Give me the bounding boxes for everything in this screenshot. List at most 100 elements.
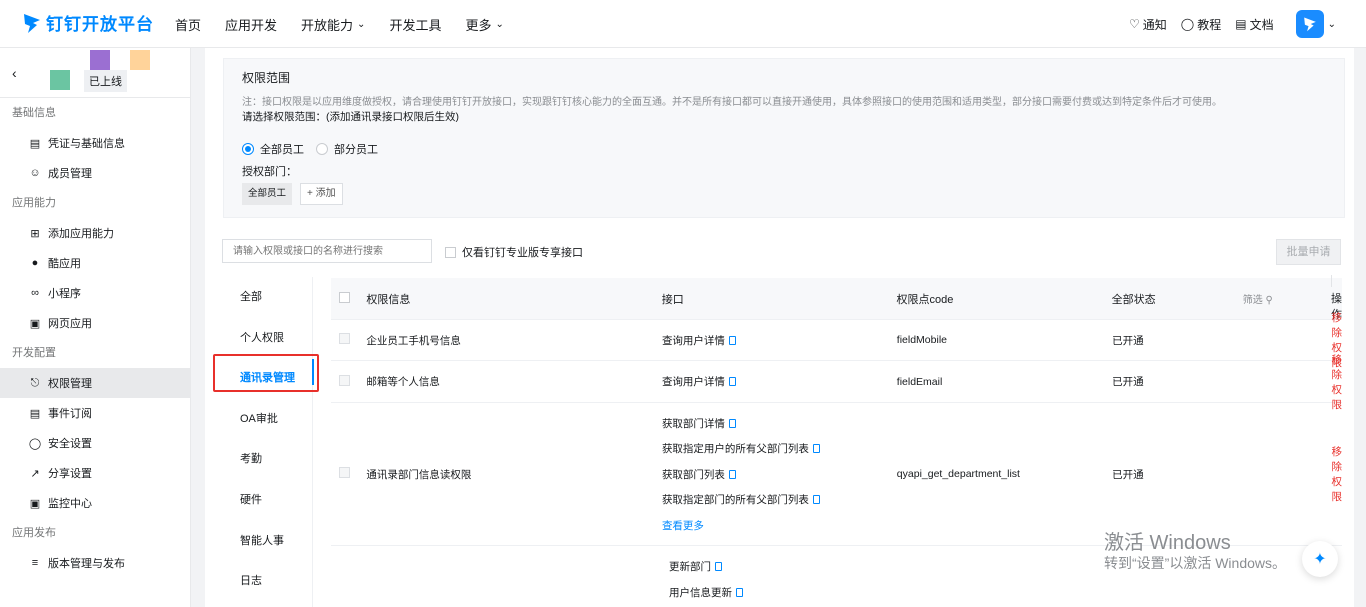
nav-open-capabilities[interactable]: 开放能力 ⌄ [301, 15, 365, 34]
doc-icon [736, 587, 743, 597]
row-checkbox[interactable] [339, 333, 350, 344]
sidebar-item-members[interactable]: ☺ 成员管理 [0, 158, 190, 188]
api-link[interactable]: 获取部门详情 [662, 410, 897, 436]
app-icon-orange [130, 50, 150, 70]
api-label: 查询用户详情 [661, 334, 725, 347]
nav-home[interactable]: 首页 [175, 15, 201, 34]
dept-label: 授权部门： [242, 166, 297, 178]
pro-only-label: 仅看钉钉专业版专享接口 [462, 247, 583, 259]
radio-partial-staff[interactable] [316, 143, 328, 155]
api-link[interactable]: 用户信息更新 [669, 580, 909, 606]
filter-label: 筛选 [1242, 295, 1263, 306]
row-status: 已开通 [1112, 334, 1144, 347]
sidebar-item-permissions[interactable]: ⎋ 权限管理 [0, 368, 190, 398]
notification-button[interactable]: ♡ 通知 [1129, 16, 1167, 33]
api-label: 更新部门 [669, 561, 711, 574]
api-link[interactable]: 查询用户详情 [662, 327, 897, 353]
api-link[interactable]: 查询用户详情 [662, 369, 897, 395]
category-list: 全部 个人权限 通讯录管理 OA审批 考勤 硬件 智能人事 日志 [221, 277, 313, 607]
row-info: 邮箱等个人信息 [366, 376, 440, 388]
sidebar-item-release[interactable]: ≡ 版本管理与发布 [0, 548, 190, 578]
header-api: 接口 [661, 293, 684, 306]
api-link[interactable]: 获取部门列表 [662, 461, 897, 487]
back-arrow-icon[interactable]: ‹ [12, 65, 17, 81]
header-tools: ♡ 通知 ◯ 教程 ▤ 文档 ⌄ [1115, 0, 1336, 48]
category-hr[interactable]: 智能人事 [221, 521, 312, 562]
api-link[interactable]: 获取指定用户的所有父部门列表 [662, 436, 897, 462]
select-all-checkbox[interactable] [339, 291, 350, 303]
row-status: 已开通 [1112, 468, 1144, 481]
api-link[interactable]: 更新部门 [669, 554, 909, 580]
category-oa[interactable]: OA审批 [221, 399, 312, 440]
sidebar-item-monitor[interactable]: ▣ 监控中心 [0, 488, 190, 518]
table-row: 企业员工手机号信息 查询用户详情 fieldMobile 已开通 移除权限 [331, 312, 1342, 369]
api-label: 获取部门详情 [661, 417, 725, 430]
checkbox[interactable] [445, 246, 456, 258]
remove-permission-button[interactable]: 移除权限 [1332, 354, 1343, 411]
row-info: 通讯录部门信息读权限 [366, 468, 472, 481]
avatar[interactable] [1295, 10, 1324, 38]
floating-assistant-button[interactable]: ✦ [1302, 541, 1338, 577]
view-more-link[interactable]: 查看更多 [662, 518, 704, 533]
sidebar-item-cool-app[interactable]: ● 酷应用 [0, 248, 190, 278]
shield-icon: ◯ [28, 437, 42, 450]
search-input[interactable] [222, 239, 432, 263]
windows-watermark-title: 激活 Windows [1104, 532, 1231, 554]
row-checkbox[interactable] [339, 467, 350, 478]
book-icon: ▤ [1235, 17, 1247, 31]
pro-only-filter[interactable]: 仅看钉钉专业版专享接口 [445, 244, 583, 260]
cool-app-icon: ● [31, 257, 39, 269]
sidebar-item-add-capability[interactable]: ⊞ 添加应用能力 [0, 218, 190, 248]
tutorial-button[interactable]: ◯ 教程 [1181, 16, 1221, 33]
batch-apply-button[interactable]: 批量申请 [1276, 239, 1341, 265]
header-status[interactable]: 全部状态 [1112, 291, 1243, 307]
category-hardware[interactable]: 硬件 [221, 480, 312, 521]
radio-all-staff[interactable] [242, 143, 254, 155]
user-avatar-icon [1303, 17, 1316, 32]
sidebar-item-label: 事件订阅 [48, 408, 92, 420]
credential-icon: ▤ [29, 137, 41, 150]
sidebar-item-mini-program[interactable]: ∞ 小程序 [0, 278, 190, 308]
category-log[interactable]: 日志 [221, 561, 312, 602]
table-row: 通讯录部门信息读权限 获取部门详情 获取指定用户的所有父部门列表 获取部门列表 … [331, 403, 1342, 546]
doc-icon [728, 335, 736, 345]
sidebar-item-web-app[interactable]: ▣ 网页应用 [0, 308, 190, 338]
logo[interactable]: 钉钉开放平台 [22, 10, 154, 35]
doc-icon [812, 444, 820, 453]
header-info: 权限信息 [366, 293, 411, 306]
tool-label: 教程 [1197, 17, 1222, 32]
row-checkbox[interactable] [339, 374, 350, 386]
logo-text: 钉钉开放平台 [46, 15, 154, 34]
table-row: 邮箱等个人信息 查询用户详情 fieldEmail 已开通 移除权限 [331, 354, 1342, 411]
filter-button[interactable]: 筛选 ⚲ [1243, 291, 1320, 306]
sidebar-item-share[interactable]: ↗ 分享设置 [0, 458, 190, 488]
api-label: 查询用户详情 [661, 376, 725, 388]
category-all[interactable]: 全部 [221, 277, 312, 318]
nav-app-dev[interactable]: 应用开发 [225, 15, 277, 34]
remove-permission-button[interactable]: 移除权限 [1332, 446, 1343, 503]
sidebar-item-events[interactable]: ▤ 事件订阅 [0, 398, 190, 428]
chevron-down-icon[interactable]: ⌄ [1328, 19, 1336, 30]
highlight-box [213, 354, 319, 392]
doc-icon [728, 377, 736, 386]
scope-note: 注：接口权限是以应用维度做授权，请合理使用钉钉开放接口，实现跟钉钉核心能力的全面… [242, 97, 1222, 108]
sidebar-item-label: 监控中心 [48, 498, 92, 510]
category-personal[interactable]: 个人权限 [221, 318, 312, 359]
sidebar-group-title: 基础信息 [12, 107, 56, 119]
doc-icon [728, 469, 736, 479]
nav-more[interactable]: 更多 ⌄ [465, 15, 503, 34]
row-code: qyapi_get_department_list [896, 468, 1020, 480]
lock-icon: ⎋ [30, 376, 40, 389]
category-attendance[interactable]: 考勤 [221, 439, 312, 480]
sidebar-item-label: 凭证与基础信息 [48, 138, 125, 150]
api-link[interactable]: 获取指定部门的所有父部门列表 [662, 487, 897, 513]
row-status: 已开通 [1112, 376, 1144, 388]
sidebar-item-credentials[interactable]: ▤ 凭证与基础信息 [0, 128, 190, 158]
top-bar: 钉钉开放平台 首页 应用开发 开放能力 ⌄ 开发工具 更多 ⌄ ♡ 通知 ◯ 教程 ▤ 文… [0, 0, 1366, 48]
doc-icon [728, 418, 736, 428]
sidebar-item-security[interactable]: ◯ 安全设置 [0, 428, 190, 458]
add-dept-button[interactable]: + 添加 [300, 183, 343, 205]
nav-dev-tools[interactable]: 开发工具 [389, 15, 441, 34]
docs-button[interactable]: ▤ 文档 [1235, 16, 1273, 33]
chevron-down-icon: ⌄ [495, 18, 504, 30]
